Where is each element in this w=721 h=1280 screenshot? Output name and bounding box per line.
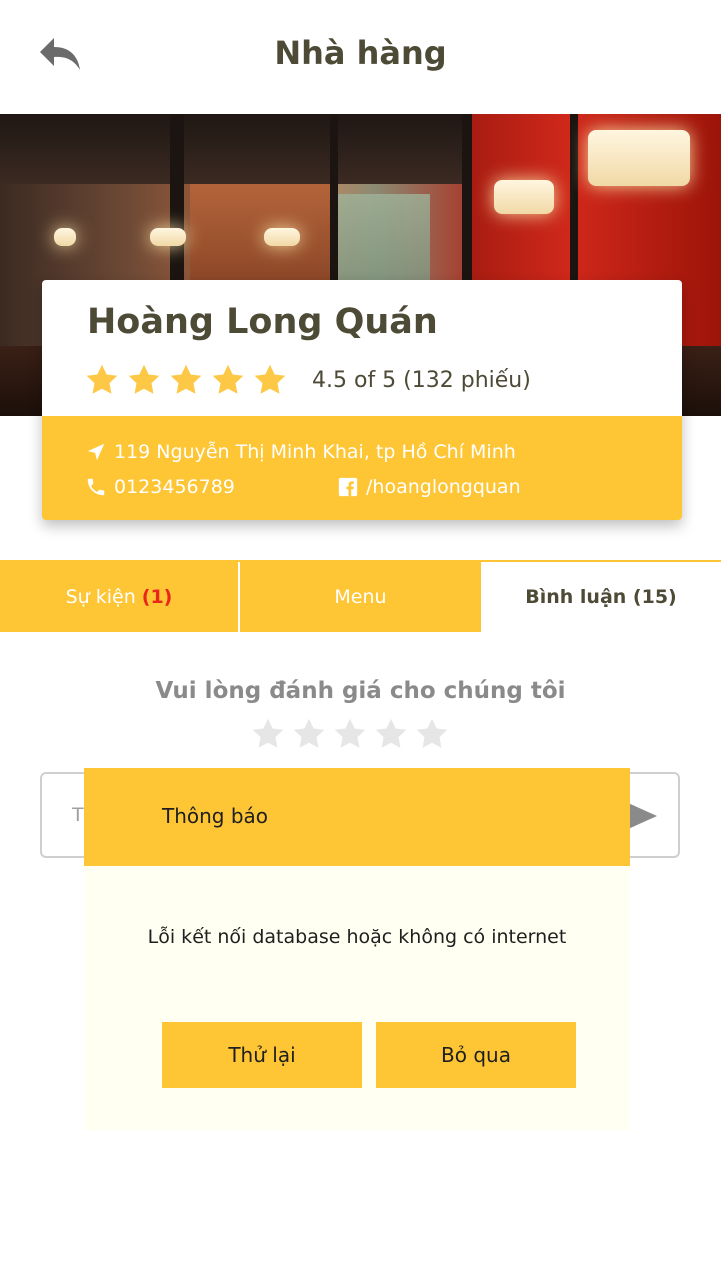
star-outline-icon[interactable] xyxy=(332,716,368,752)
tab-comments[interactable]: Bình luận (15) xyxy=(481,562,721,632)
retry-button[interactable]: Thử lại xyxy=(162,1022,362,1088)
star-outline-icon[interactable] xyxy=(373,716,409,752)
restaurant-info-card: Hoàng Long Quán 4.5 of 5 (132 phiếu) 119… xyxy=(42,280,682,520)
star-icon xyxy=(212,364,244,394)
restaurant-name: Hoàng Long Quán xyxy=(87,302,438,342)
facebook-text: /hoanglongquan xyxy=(366,476,521,498)
skip-button[interactable]: Bỏ qua xyxy=(376,1022,576,1088)
tab-events[interactable]: Sự kiện (1) xyxy=(0,562,240,632)
tab-bar: Sự kiện (1) Menu Bình luận (15) xyxy=(0,560,721,632)
address-text: 119 Nguyễn Thị Minh Khai, tp Hồ Chí Minh xyxy=(114,441,516,463)
dialog-title: Thông báo xyxy=(162,804,269,828)
app-header: Nhà hàng xyxy=(0,0,721,114)
contact-panel: 119 Nguyễn Thị Minh Khai, tp Hồ Chí Minh… xyxy=(42,416,682,520)
star-outline-icon[interactable] xyxy=(291,716,327,752)
facebook-icon xyxy=(336,475,360,499)
navigation-arrow-icon xyxy=(84,440,108,464)
card-header: Hoàng Long Quán 4.5 of 5 (132 phiếu) xyxy=(42,280,682,416)
star-outline-icon[interactable] xyxy=(414,716,450,752)
tab-menu[interactable]: Menu xyxy=(240,562,481,632)
star-icon xyxy=(254,364,286,394)
error-dialog: Thông báo Lỗi kết nối database hoặc khôn… xyxy=(84,768,630,1130)
dialog-message: Lỗi kết nối database hoặc không có inter… xyxy=(147,926,567,948)
tab-events-count: (1) xyxy=(141,586,173,608)
phone-icon xyxy=(84,475,108,499)
page-title: Nhà hàng xyxy=(274,34,447,72)
facebook-row[interactable]: /hoanglongquan xyxy=(336,475,521,499)
rating-text: 4.5 of 5 (132 phiếu) xyxy=(312,367,531,393)
star-outline-icon[interactable] xyxy=(250,716,286,752)
star-icon xyxy=(170,364,202,394)
tab-menu-label: Menu xyxy=(334,586,387,608)
star-icon xyxy=(86,364,118,394)
review-star-picker xyxy=(250,716,455,752)
address-row[interactable]: 119 Nguyễn Thị Minh Khai, tp Hồ Chí Minh xyxy=(84,440,516,464)
tab-events-label: Sự kiện xyxy=(65,586,136,608)
rating-row: 4.5 of 5 (132 phiếu) xyxy=(84,362,531,398)
phone-text: 0123456789 xyxy=(114,476,235,498)
phone-row[interactable]: 0123456789 xyxy=(84,475,235,499)
review-prompt: Vui lòng đánh giá cho chúng tôi xyxy=(155,678,566,704)
tab-comments-label: Bình luận (15) xyxy=(525,586,677,608)
comment-placeholder: T xyxy=(72,804,84,826)
star-icon xyxy=(128,364,160,394)
dialog-header: Thông báo xyxy=(84,768,630,866)
